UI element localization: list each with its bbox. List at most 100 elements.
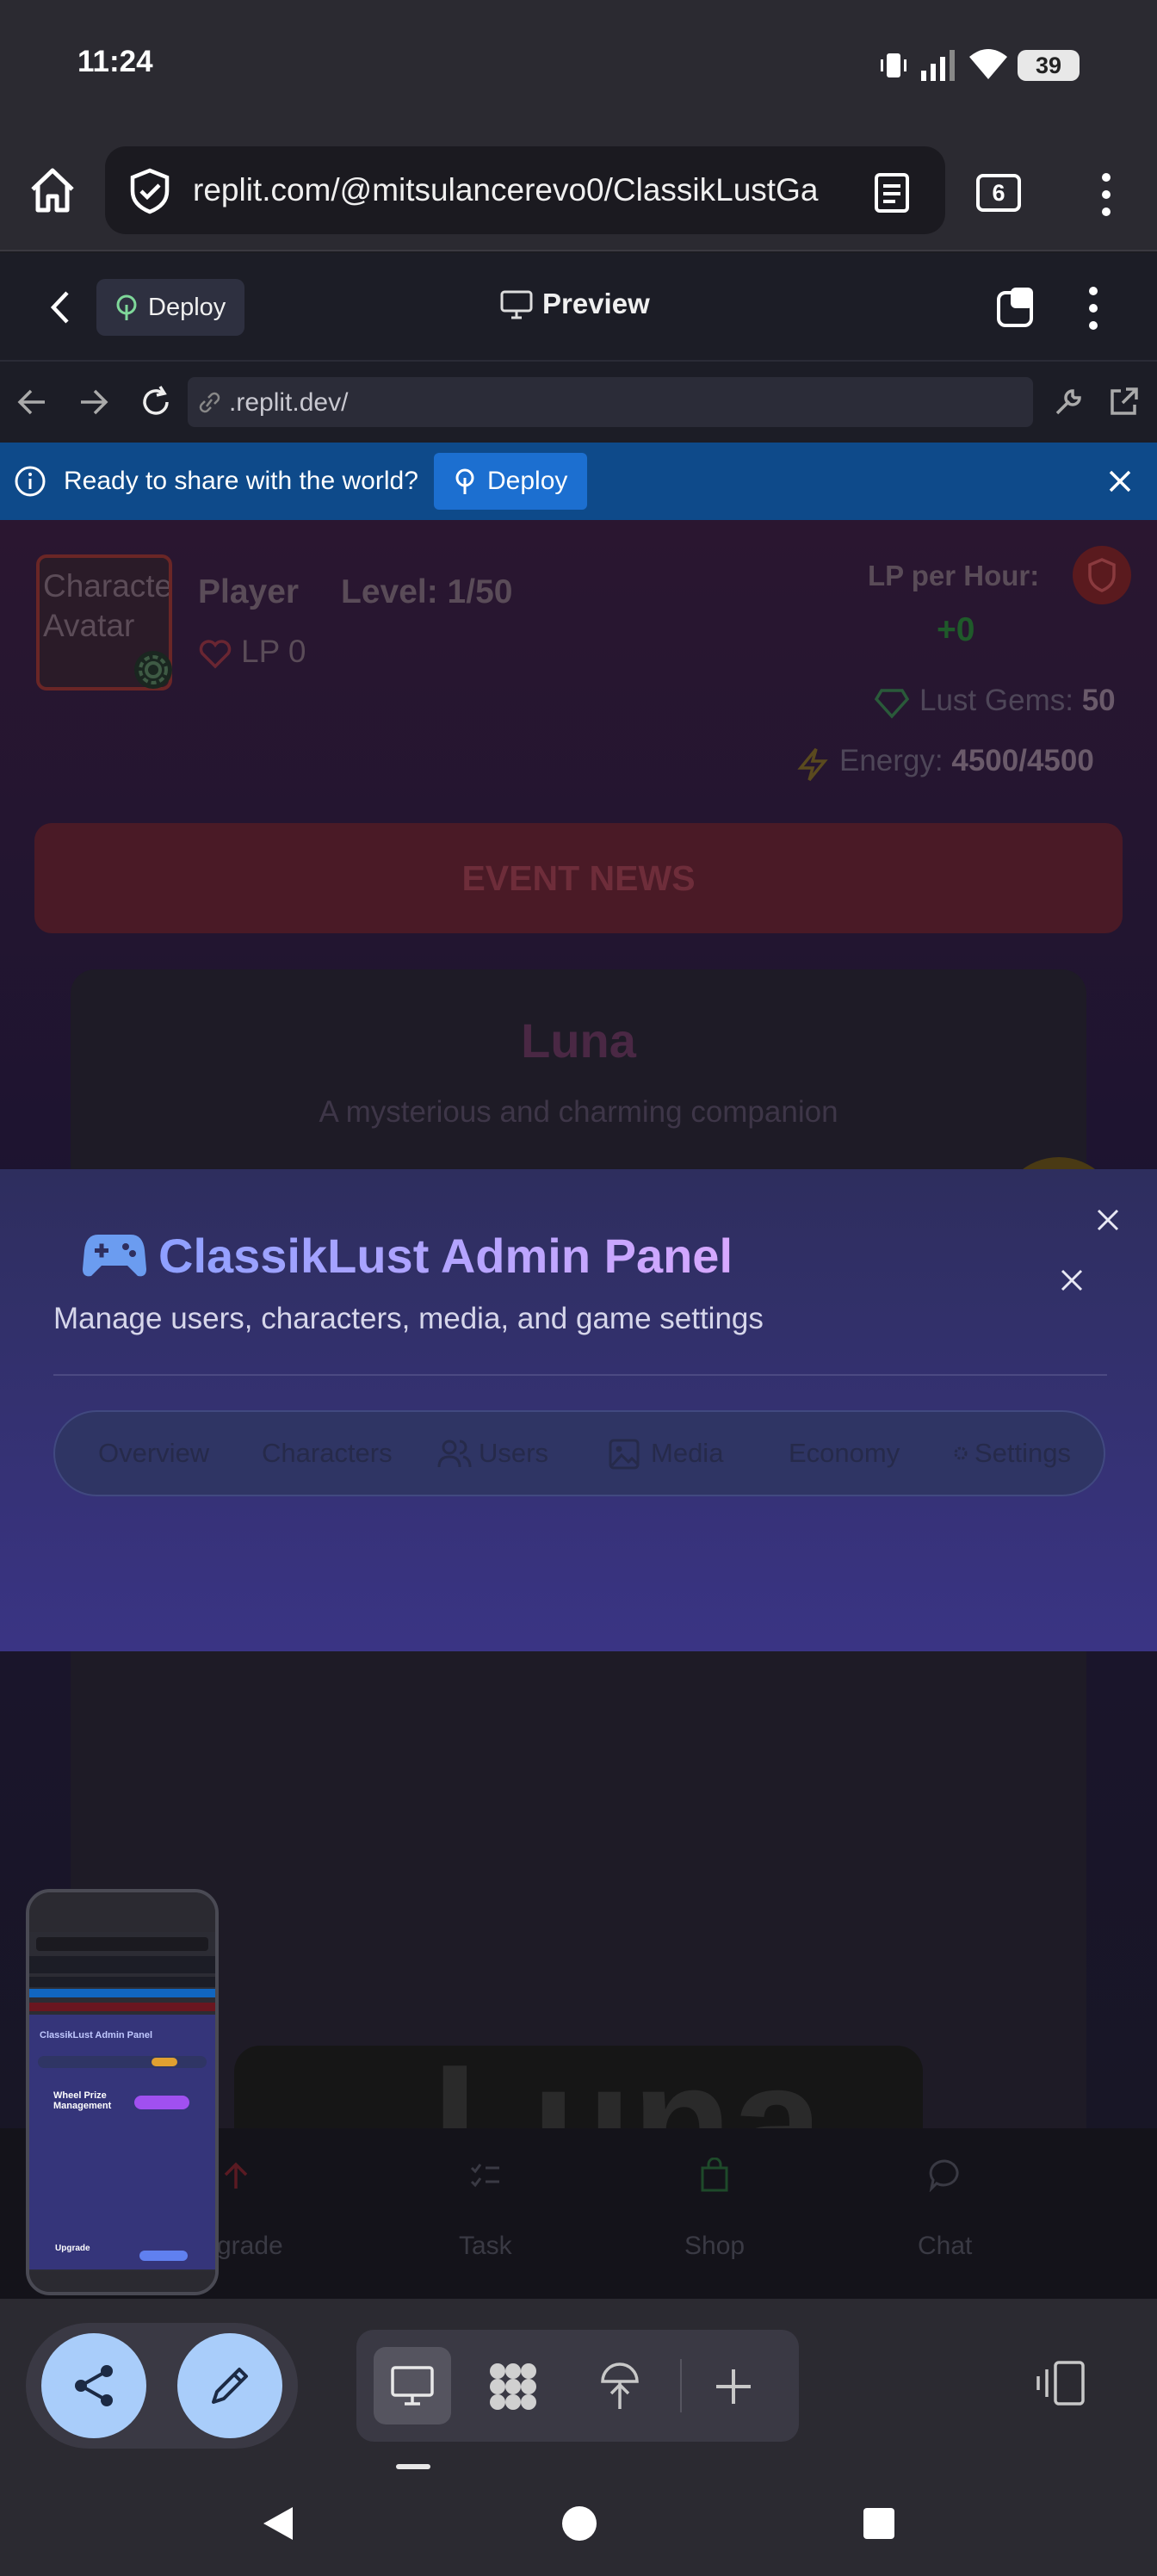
chat-bubble-icon [929,2159,959,2192]
android-navigation-bar [0,2471,1157,2576]
nav-chat[interactable]: Chat [918,2232,972,2261]
gems-value: 50 [1081,684,1116,717]
tab-media[interactable]: Media [651,1438,723,1469]
open-external-icon[interactable] [1107,386,1140,418]
close-overlay-icon[interactable] [1093,1205,1123,1235]
deploy-banner: Ready to share with the world? Deploy [0,443,1157,520]
thumb-status [29,1892,215,1932]
player-name: Player [198,573,300,610]
gem-icon [875,689,909,719]
system-back-icon[interactable] [258,2504,298,2543]
tab-settings[interactable]: Settings [974,1438,1071,1469]
close-dialog-icon[interactable] [1057,1266,1086,1295]
player-level: Level: 1/50 [341,573,513,610]
admin-shield-icon[interactable] [1071,544,1133,606]
signal-icon [921,50,955,81]
plus-icon[interactable] [713,2366,754,2407]
tab-economy[interactable]: Economy [789,1438,900,1469]
heart-icon [199,640,232,669]
battery-indicator: 39 [1018,50,1080,81]
devtools-wrench-icon[interactable] [1052,386,1085,418]
thumb-item-2: Upgrade [55,2244,90,2253]
lp-per-hour-value: +0 [937,611,975,648]
deploy-label: Deploy [148,294,226,321]
monitor-icon [391,2366,434,2406]
reload-icon[interactable] [138,384,174,420]
settings-gear-icon[interactable] [133,649,174,690]
task-list-icon [470,2164,499,2188]
pencil-icon [212,2368,248,2404]
energy-label: Energy: [839,744,944,777]
thumb-toolbar [29,2271,215,2292]
character-name: Luna [521,1013,636,1068]
divider [680,2359,682,2412]
admin-panel-dialog: ClassikLust Admin Panel Manage users, ch… [0,1169,1157,1651]
deploy-icon [455,468,474,494]
deploy-icon [116,294,137,320]
share-button[interactable] [41,2333,146,2438]
tab-switcher-button[interactable]: 6 [976,174,1021,212]
tab-users[interactable]: Users [479,1438,548,1469]
close-icon[interactable] [1105,467,1135,496]
wifi-icon [969,49,1007,79]
back-chevron-icon[interactable] [45,288,76,327]
banner-deploy-button[interactable]: Deploy [434,453,587,510]
preview-url-field[interactable]: .replit.dev/ [188,377,1033,427]
tab-overview[interactable]: Overview [98,1438,209,1469]
url-text[interactable]: replit.com/@mitsulancerevo0/ClassikLustG… [193,172,830,208]
overflow-menu-icon[interactable] [1081,284,1105,332]
nav-task[interactable]: Task [459,2232,512,2261]
banner-deploy-label: Deploy [487,467,568,495]
event-news-button[interactable]: EVENT NEWS [34,823,1123,933]
view-switcher [356,2330,799,2442]
gems-label: Lust Gems: [919,684,1073,717]
lp-per-hour-label: LP per Hour: [868,560,1040,591]
deploy-button[interactable]: Deploy [96,279,245,336]
thumb-panel: ClassikLust Admin Panel Wheel Prize Mana… [29,2015,215,2269]
avatar-placeholder-line1: Characte [43,568,172,604]
action-group [26,2323,298,2449]
nav-upgrade[interactable]: grade [217,2232,283,2261]
divider [53,1374,1107,1376]
address-bar[interactable]: replit.com/@mitsulancerevo0/ClassikLustG… [105,146,945,234]
thumb-event [29,2003,215,2011]
system-recents-icon[interactable] [861,2505,897,2542]
nav-back-icon[interactable] [15,387,48,417]
thumb-addr [29,1977,215,1987]
split-view-icon[interactable] [1033,2359,1086,2407]
banner-text: Ready to share with the world? [64,467,418,495]
tab-characters[interactable]: Characters [262,1438,393,1469]
link-icon [199,392,220,413]
edit-button[interactable] [177,2333,282,2438]
vibrate-icon [881,53,906,77]
home-icon[interactable] [26,164,79,217]
recent-app-thumbnail[interactable]: ClassikLust Admin Panel Wheel Prize Mana… [26,1889,219,2295]
upgrade-arrow-icon [224,2162,248,2189]
admin-panel-title: ClassikLust Admin Panel [158,1229,733,1283]
image-icon [609,1439,640,1470]
preview-view-button[interactable] [374,2347,451,2424]
lp-counter: LP 0 [241,634,306,669]
more-menu-icon[interactable] [1093,169,1119,220]
apps-grid-icon[interactable] [487,2361,539,2412]
preview-url-text[interactable]: .replit.dev/ [229,388,348,418]
energy-bolt-icon [797,747,828,782]
preview-title: Preview [542,288,650,319]
thumb-active-tab [152,2058,177,2066]
shield-check-icon[interactable] [127,167,172,215]
nav-forward-icon[interactable] [77,387,110,417]
reader-mode-icon[interactable] [873,172,911,214]
deploy-icon[interactable] [597,2359,642,2412]
monitor-icon [500,290,533,319]
status-bar: 11:24 39 [0,0,1157,138]
new-tab-icon[interactable] [995,284,1040,329]
thumb-url [36,1937,208,1951]
users-icon [437,1440,472,1468]
system-home-icon[interactable] [560,2504,599,2543]
info-icon [15,466,46,497]
thumb-upgrade-button [139,2251,188,2261]
nav-shop[interactable]: Shop [684,2232,745,2261]
avatar-placeholder-line2: Avatar [43,608,135,643]
thumb-banner [29,1989,215,1997]
thumb-header [29,1956,215,1973]
